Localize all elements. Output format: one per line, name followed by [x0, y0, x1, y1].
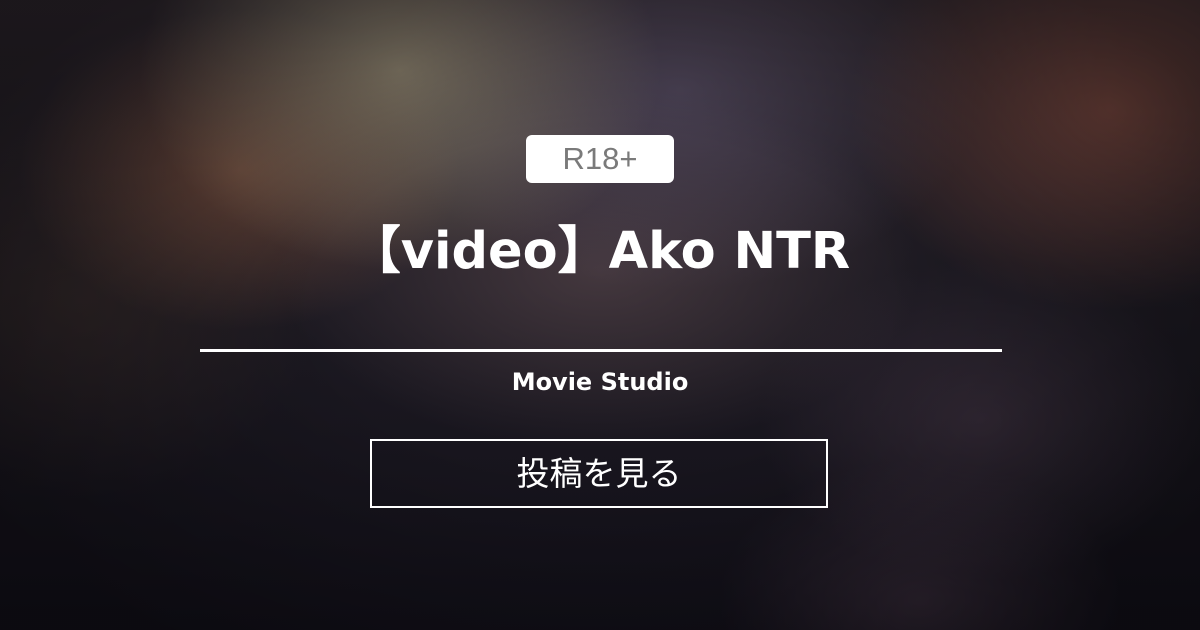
post-title: 【video】Ako NTR [349, 222, 851, 281]
share-card: R18+ 【video】Ako NTR Movie Studio 投稿を見る [0, 0, 1200, 630]
background-vignette [0, 0, 1200, 630]
title-divider [200, 349, 1002, 352]
author-name[interactable]: Movie Studio [0, 362, 1200, 402]
view-post-button[interactable]: 投稿を見る [370, 439, 828, 508]
age-rating-badge: R18+ [526, 135, 674, 183]
